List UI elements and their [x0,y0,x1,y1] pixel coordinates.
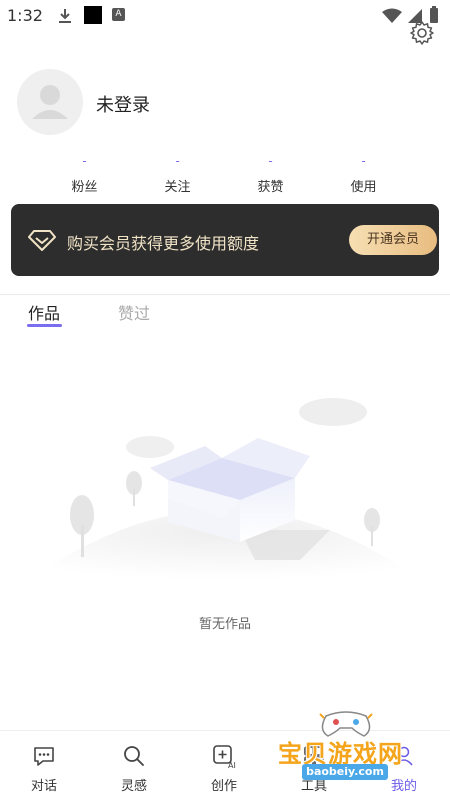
stat-label: 使用 [350,180,377,195]
stat-usage[interactable]: - 使用 [317,154,410,196]
notification-square-icon [84,6,102,24]
open-vip-button[interactable]: 开通会员 [349,225,437,255]
username-login-prompt[interactable]: 未登录 [96,91,150,117]
status-bar: 1:32 A [0,0,450,32]
empty-box-illustration [30,398,420,580]
profile-stats: - 粉丝 - 关注 - 获赞 - 使用 [38,154,410,196]
stat-label: 粉丝 [71,180,98,195]
tab-works[interactable]: 作品 [28,300,60,324]
stat-following[interactable]: - 关注 [131,154,224,196]
a-badge-icon: A [112,8,125,21]
vip-banner[interactable]: 购买会员获得更多使用额度 开通会员 [11,204,439,276]
status-time: 1:32 [7,6,43,25]
stat-label: 关注 [164,180,191,195]
stat-label: 获赞 [257,180,284,195]
download-icon [59,9,71,23]
nav-item-create[interactable]: AI 创作 [194,739,254,794]
nav-label: 对话 [30,779,57,794]
chat-icon [34,747,54,766]
avatar[interactable] [17,69,83,135]
tab-liked[interactable]: 赞过 [118,300,150,324]
search-icon [124,746,144,766]
watermark-logo: 宝贝游戏网 baobeiy.com [272,706,422,790]
stat-fans[interactable]: - 粉丝 [38,154,131,196]
settings-gear-icon[interactable] [409,20,435,46]
active-tab-indicator [27,324,62,327]
stat-likes[interactable]: - 获赞 [224,154,317,196]
watermark-url: baobeiy.com [302,764,388,780]
diamond-icon [28,230,56,251]
ai-create-icon: AI [213,745,236,769]
stat-value: - [175,154,180,168]
stat-value: - [361,154,366,168]
nav-item-inspiration[interactable]: 灵感 [104,739,164,794]
nav-label: 灵感 [120,779,147,794]
user-placeholder-icon [32,85,68,119]
stat-value: - [268,154,273,168]
stat-value: - [82,154,87,168]
empty-state-text: 暂无作品 [198,617,251,632]
vip-banner-text: 购买会员获得更多使用额度 [67,234,260,253]
svg-text:AI: AI [228,761,236,769]
nav-label: 创作 [210,779,237,794]
nav-item-chat[interactable]: 对话 [14,739,74,794]
wifi-icon [382,8,402,23]
divider [0,294,450,295]
